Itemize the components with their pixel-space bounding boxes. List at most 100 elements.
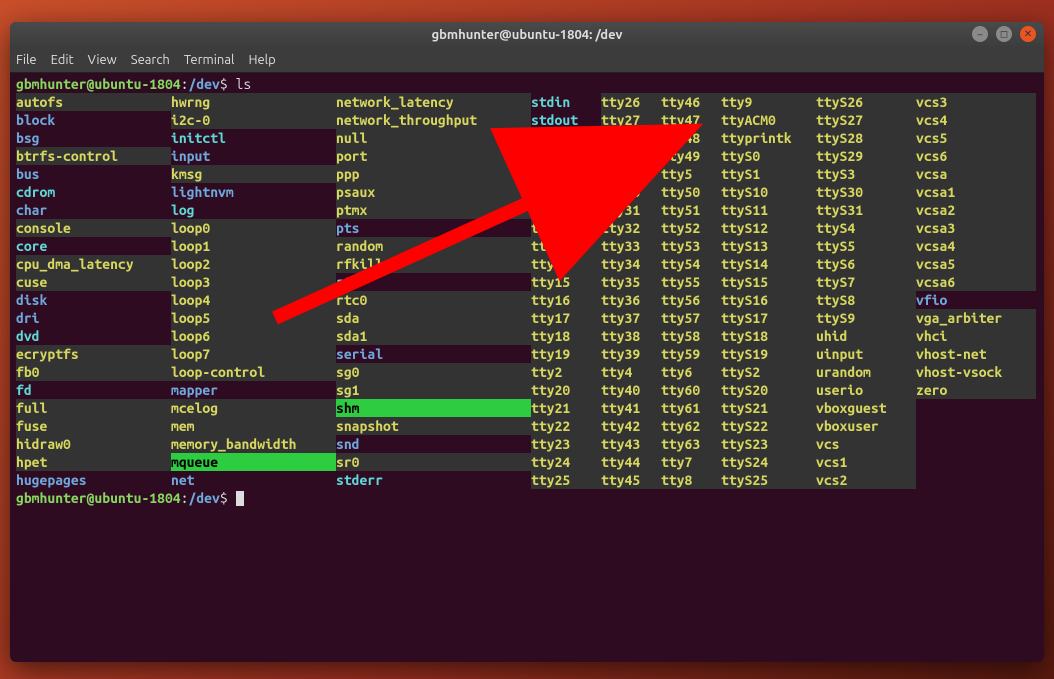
ls-entry: core	[16, 237, 171, 255]
ls-entry: tty1	[531, 165, 601, 183]
ls-entry: loop2	[171, 255, 336, 273]
ls-entry: loop7	[171, 345, 336, 363]
ls-entry: ttyS6	[816, 255, 916, 273]
ls-entry: ttyS8	[816, 291, 916, 309]
ls-entry: ttyS30	[816, 183, 916, 201]
ls-entry: tty51	[661, 201, 721, 219]
ls-entry: disk	[16, 291, 171, 309]
ls-entry: vboxguest	[816, 399, 916, 417]
ls-entry: bsg	[16, 129, 171, 147]
ls-entry: tty6	[661, 363, 721, 381]
ls-column: vcs3vcs4vcs5vcs6vcsavcsa1vcsa2vcsa3vcsa4…	[916, 93, 1036, 489]
ls-entry: network_latency	[336, 93, 531, 111]
menu-view[interactable]: View	[88, 53, 117, 67]
ls-entry: vhost-vsock	[916, 363, 1036, 381]
ls-entry: tty17	[531, 309, 601, 327]
close-button[interactable]: ✕	[1020, 26, 1036, 42]
ls-entry: tty23	[531, 435, 601, 453]
ls-entry: tty36	[601, 291, 661, 309]
ls-entry: ttyS7	[816, 273, 916, 291]
ls-entry: ttyACM0	[721, 111, 816, 129]
ls-entry: tty4	[601, 363, 661, 381]
ls-entry: tty27	[601, 111, 661, 129]
ls-column: tty9ttyACM0ttyprintkttyS0ttyS1ttyS10ttyS…	[721, 93, 816, 489]
prompt-user: gbmhunter@ubuntu-1804	[16, 76, 181, 92]
ls-entry: tty45	[601, 471, 661, 489]
ls-entry: vcs1	[816, 453, 916, 471]
ls-entry: lightnvm	[171, 183, 336, 201]
ls-entry: serial	[336, 345, 531, 363]
ls-entry: dvd	[16, 327, 171, 345]
ls-column: tty46tty47tty48tty49tty5tty50tty51tty52t…	[661, 93, 721, 489]
ls-entry: tty61	[661, 399, 721, 417]
ls-entry: ttyS29	[816, 147, 916, 165]
ls-entry: vcsa2	[916, 201, 1036, 219]
ls-entry: hugepages	[16, 471, 171, 489]
ls-entry: hpet	[16, 453, 171, 471]
prompt-line-2: gbmhunter@ubuntu-1804:/dev$	[16, 489, 1038, 507]
ls-entry: tty30	[601, 183, 661, 201]
menu-help[interactable]: Help	[248, 53, 275, 67]
ls-entry: tty50	[661, 183, 721, 201]
ls-entry: tty54	[661, 255, 721, 273]
ls-entry: fuse	[16, 417, 171, 435]
ls-entry: block	[16, 111, 171, 129]
ls-entry: loop4	[171, 291, 336, 309]
terminal-body[interactable]: gbmhunter@ubuntu-1804:/dev$ ls autofsblo…	[10, 73, 1044, 509]
ls-entry: ttyS2	[721, 363, 816, 381]
titlebar[interactable]: gbmhunter@ubuntu-1804: /dev – ◻ ✕	[10, 22, 1044, 48]
ls-entry: ttyS16	[721, 291, 816, 309]
ls-entry: urandom	[816, 363, 916, 381]
ls-entry: tty57	[661, 309, 721, 327]
ls-column: tty26tty27tty28tty29tty3tty30tty31tty32t…	[601, 93, 661, 489]
ls-entry: tty49	[661, 147, 721, 165]
ls-entry: ttyS15	[721, 273, 816, 291]
menu-edit[interactable]: Edit	[51, 53, 74, 67]
ls-entry: ttyS18	[721, 327, 816, 345]
ls-entry: ttyS17	[721, 309, 816, 327]
ls-entry: tty14	[531, 255, 601, 273]
menu-terminal[interactable]: Terminal	[184, 53, 235, 67]
minimize-button[interactable]: –	[972, 26, 988, 42]
ls-entry: hidraw0	[16, 435, 171, 453]
ls-entry: tty28	[601, 129, 661, 147]
ls-entry: random	[336, 237, 531, 255]
ls-entry: tty63	[661, 435, 721, 453]
ls-entry: vcsa	[916, 165, 1036, 183]
ls-entry: sda1	[336, 327, 531, 345]
ls-entry: tty22	[531, 417, 601, 435]
ls-entry: vcsa4	[916, 237, 1036, 255]
ls-entry: btrfs-control	[16, 147, 171, 165]
ls-entry: vcs	[816, 435, 916, 453]
ls-entry: ttyS11	[721, 201, 816, 219]
ls-entry: initctl	[171, 129, 336, 147]
menu-search[interactable]: Search	[131, 53, 170, 67]
ls-entry: ttyS26	[816, 93, 916, 111]
cursor	[236, 491, 244, 506]
ls-entry: mapper	[171, 381, 336, 399]
window-controls: – ◻ ✕	[972, 26, 1036, 42]
ls-entry: ttyS31	[816, 201, 916, 219]
ls-entry: tty33	[601, 237, 661, 255]
ls-entry: vga_arbiter	[916, 309, 1036, 327]
ls-entry: null	[336, 129, 531, 147]
ls-entry: psaux	[336, 183, 531, 201]
ls-entry: sg1	[336, 381, 531, 399]
ls-entry: i2c-0	[171, 111, 336, 129]
ls-entry: fb0	[16, 363, 171, 381]
ls-column: autofsblockbsgbtrfs-controlbuscdromcharc…	[16, 93, 171, 489]
window-title: gbmhunter@ubuntu-1804: /dev	[10, 28, 1044, 42]
ls-entry: ttyS1	[721, 165, 816, 183]
ls-entry: tty7	[661, 453, 721, 471]
ls-entry: loop6	[171, 327, 336, 345]
ls-entry: tty56	[661, 291, 721, 309]
ls-entry: kmsg	[171, 165, 336, 183]
ls-entry: tty34	[601, 255, 661, 273]
ls-entry: loop1	[171, 237, 336, 255]
ls-entry: ttyS25	[721, 471, 816, 489]
ls-entry: tty40	[601, 381, 661, 399]
ls-entry: vcsa6	[916, 273, 1036, 291]
ls-entry: ttyS14	[721, 255, 816, 273]
menu-file[interactable]: File	[16, 53, 37, 67]
maximize-button[interactable]: ◻	[996, 26, 1012, 42]
